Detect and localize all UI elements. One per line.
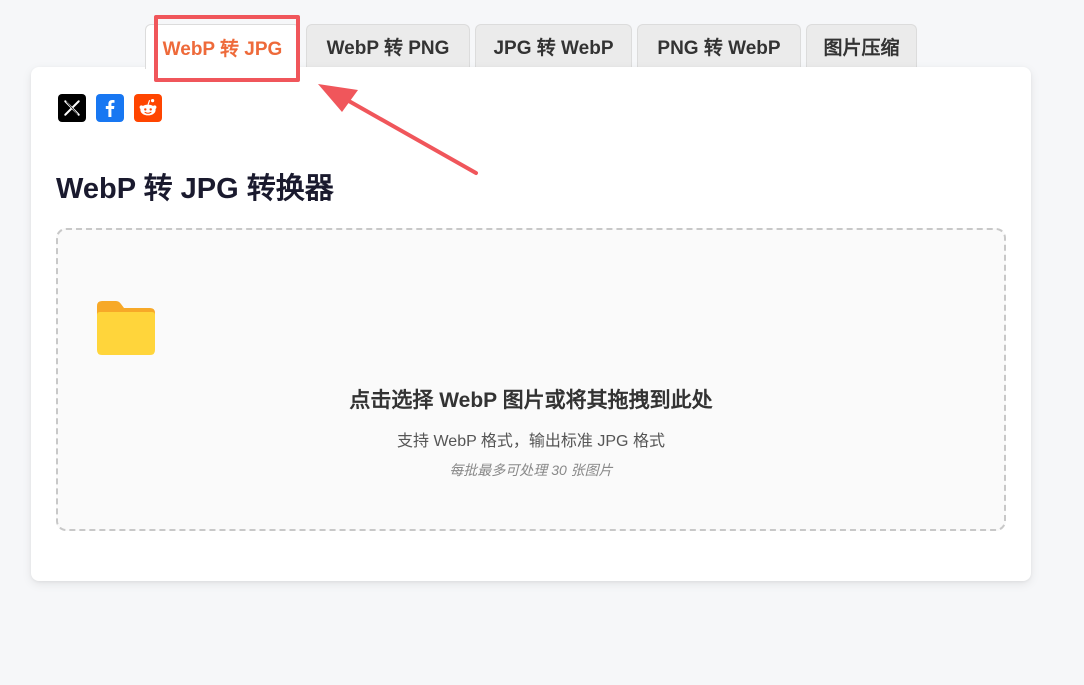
reddit-icon: [139, 99, 157, 116]
dropzone-subtitle: 支持 WebP 格式，输出标准 JPG 格式: [397, 433, 665, 450]
tab-image-compress[interactable]: 图片压缩: [806, 24, 917, 68]
dropzone-title: 点击选择 WebP 图片或将其拖拽到此处: [349, 389, 713, 412]
folder-icon: [97, 301, 155, 355]
tab-webp-to-png[interactable]: WebP 转 PNG: [306, 24, 470, 68]
file-dropzone[interactable]: 点击选择 WebP 图片或将其拖拽到此处 支持 WebP 格式，输出标准 JPG…: [56, 228, 1006, 531]
reddit-share-button[interactable]: [134, 94, 162, 122]
page-title: WebP 转 JPG 转换器: [56, 173, 334, 205]
tab-webp-to-jpg[interactable]: WebP 转 JPG: [145, 24, 300, 69]
converter-card: WebP 转 JPG 转换器 点击选择 WebP 图片或将其拖拽到此处 支持 W…: [31, 67, 1031, 581]
share-buttons: [58, 94, 162, 122]
page: WebP 转 JPG WebP 转 PNG JPG 转 WebP PNG 转 W…: [0, 0, 1084, 685]
facebook-icon: [105, 100, 115, 117]
x-icon: [64, 100, 80, 116]
tab-jpg-to-webp[interactable]: JPG 转 WebP: [475, 24, 632, 68]
dropzone-limit-note: 每批最多可处理 30 张图片: [449, 462, 613, 478]
tab-png-to-webp[interactable]: PNG 转 WebP: [637, 24, 801, 68]
x-share-button[interactable]: [58, 94, 86, 122]
facebook-share-button[interactable]: [96, 94, 124, 122]
